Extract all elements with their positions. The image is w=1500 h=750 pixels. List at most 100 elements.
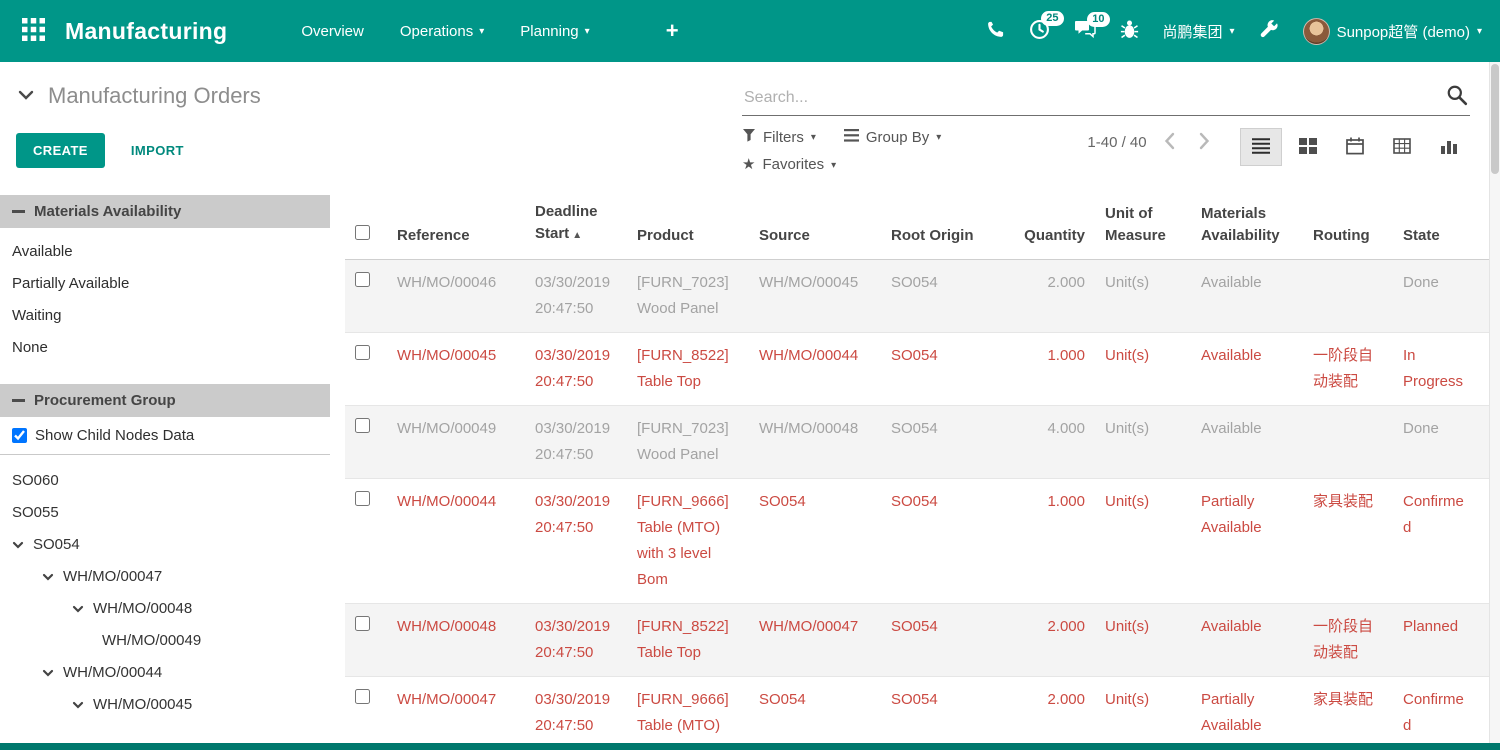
cell-availability: Partially Available <box>1191 677 1303 744</box>
tree-item[interactable]: WH/MO/00045 <box>0 689 330 721</box>
cell-uom: Unit(s) <box>1095 479 1191 604</box>
menu-operations[interactable]: Operations▾ <box>400 23 484 40</box>
filters-button[interactable]: Filters ▾ <box>742 128 816 146</box>
company-switcher[interactable]: 尚鹏集团 ▾ <box>1163 21 1235 42</box>
header-state[interactable]: State <box>1393 195 1481 260</box>
user-name: Sunpop超管 (demo) <box>1337 21 1470 42</box>
apps-menu-button[interactable] <box>18 14 49 48</box>
group-by-button[interactable]: Group By ▾ <box>844 129 941 146</box>
app-title: Manufacturing <box>65 18 227 45</box>
debug-button[interactable] <box>1120 19 1139 43</box>
row-checkbox[interactable] <box>355 345 370 360</box>
search-button[interactable] <box>1446 84 1468 109</box>
header-routing-label: Routing <box>1313 227 1370 244</box>
table-row[interactable]: WH/MO/0004503/30/2019 20:47:50[FURN_8522… <box>345 333 1500 406</box>
view-graph-button[interactable] <box>1428 128 1470 166</box>
cell-source: WH/MO/00047 <box>749 604 881 677</box>
pager-previous-button[interactable] <box>1156 128 1183 157</box>
filter-block: Filters ▾ Group By ▾ ★ <box>742 128 941 173</box>
search-input[interactable] <box>742 83 1470 115</box>
wrench-icon <box>1259 20 1279 43</box>
row-checkbox[interactable] <box>355 272 370 287</box>
header-deadline-label: Deadline Start <box>535 203 598 242</box>
quick-create-button[interactable]: + <box>666 20 679 42</box>
table-row[interactable]: WH/MO/0004403/30/2019 20:47:50[FURN_9666… <box>345 479 1500 604</box>
sidebar-divider <box>0 454 330 455</box>
header-reference[interactable]: Reference <box>387 195 525 260</box>
menu-overview-label: Overview <box>301 23 364 40</box>
header-source-label: Source <box>759 227 810 244</box>
tree-item[interactable]: SO055 <box>0 497 330 529</box>
header-uom[interactable]: Unit of Measure <box>1095 195 1191 260</box>
create-button[interactable]: CREATE <box>16 133 105 168</box>
chevron-down-icon: ▾ <box>1230 27 1235 37</box>
header-availability-label: Materials Availability <box>1201 205 1280 244</box>
table-row[interactable]: WH/MO/0004803/30/2019 20:47:50[FURN_8522… <box>345 604 1500 677</box>
avatar <box>1303 18 1330 45</box>
phone-button[interactable] <box>986 20 1005 42</box>
header-quantity[interactable]: Quantity <box>1011 195 1095 260</box>
tree-item[interactable]: SO054 <box>0 529 330 561</box>
menu-planning[interactable]: Planning▾ <box>520 23 589 40</box>
vertical-scrollbar[interactable] <box>1489 62 1500 743</box>
table-row[interactable]: WH/MO/0004603/30/2019 20:47:50[FURN_7023… <box>345 260 1500 333</box>
cell-root_origin: SO054 <box>881 479 1011 604</box>
cell-quantity: 2.000 <box>1011 260 1095 333</box>
cell-uom: Unit(s) <box>1095 406 1191 479</box>
show-child-nodes-checkbox[interactable] <box>12 428 27 443</box>
activities-button[interactable]: 25 <box>1029 19 1050 43</box>
row-select-cell <box>345 260 387 333</box>
header-quantity-label: Quantity <box>1024 227 1085 244</box>
graph-view-icon <box>1441 138 1457 157</box>
header-deadline-start[interactable]: Deadline Start▲ <box>525 195 627 260</box>
view-calendar-button[interactable] <box>1334 128 1376 166</box>
row-checkbox[interactable] <box>355 689 370 704</box>
facet-item[interactable]: Waiting <box>0 300 330 332</box>
tree-item[interactable]: WH/MO/00047 <box>0 561 330 593</box>
messages-button[interactable]: 10 <box>1074 20 1096 42</box>
pager-range: 1-40 / 40 <box>1086 133 1148 153</box>
header-routing[interactable]: Routing <box>1303 195 1393 260</box>
header-availability[interactable]: Materials Availability <box>1191 195 1303 260</box>
view-kanban-button[interactable] <box>1287 128 1329 166</box>
user-menu[interactable]: Sunpop超管 (demo) ▾ <box>1303 18 1482 45</box>
view-list-button[interactable] <box>1240 128 1282 166</box>
chevron-down-icon <box>72 603 84 615</box>
row-checkbox[interactable] <box>355 616 370 631</box>
view-pivot-button[interactable] <box>1381 128 1423 166</box>
row-checkbox[interactable] <box>355 418 370 433</box>
tree-item-label: WH/MO/00048 <box>93 593 192 625</box>
settings-button[interactable] <box>1259 20 1279 43</box>
header-root-origin[interactable]: Root Origin <box>881 195 1011 260</box>
row-checkbox[interactable] <box>355 491 370 506</box>
facet-item[interactable]: None <box>0 332 330 364</box>
scrollbar-thumb[interactable] <box>1491 64 1499 174</box>
collapse-minus-icon[interactable] <box>12 399 25 402</box>
table-row[interactable]: WH/MO/0004703/30/2019 20:47:50[FURN_9666… <box>345 677 1500 744</box>
collapse-minus-icon[interactable] <box>12 210 25 213</box>
control-panel-right: Filters ▾ Group By ▾ ★ <box>742 76 1484 173</box>
filters-label: Filters <box>763 129 804 146</box>
import-button[interactable]: IMPORT <box>131 143 184 158</box>
cell-reference: WH/MO/00046 <box>387 260 525 333</box>
list-view-icon <box>1252 138 1270 157</box>
tree-item[interactable]: WH/MO/00049 <box>0 625 330 657</box>
breadcrumb-collapse-button[interactable] <box>16 87 36 106</box>
menu-overview[interactable]: Overview <box>301 23 364 40</box>
favorites-button[interactable]: ★ Favorites ▾ <box>742 156 836 173</box>
header-uom-label: Unit of Measure <box>1105 205 1166 244</box>
tree-item-label: SO060 <box>12 465 59 497</box>
tree-item[interactable]: WH/MO/00044 <box>0 657 330 689</box>
select-all-checkbox[interactable] <box>355 225 370 240</box>
header-source[interactable]: Source <box>749 195 881 260</box>
phone-icon <box>986 20 1005 42</box>
header-product[interactable]: Product <box>627 195 749 260</box>
control-panel-left: Manufacturing Orders CREATE IMPORT <box>16 76 722 173</box>
tree-item[interactable]: SO060 <box>0 465 330 497</box>
pager-next-button[interactable] <box>1191 128 1218 157</box>
facet-item[interactable]: Available <box>0 236 330 268</box>
tree-item[interactable]: WH/MO/00048 <box>0 593 330 625</box>
page-title: Manufacturing Orders <box>48 83 261 109</box>
table-row[interactable]: WH/MO/0004903/30/2019 20:47:50[FURN_7023… <box>345 406 1500 479</box>
facet-item[interactable]: Partially Available <box>0 268 330 300</box>
